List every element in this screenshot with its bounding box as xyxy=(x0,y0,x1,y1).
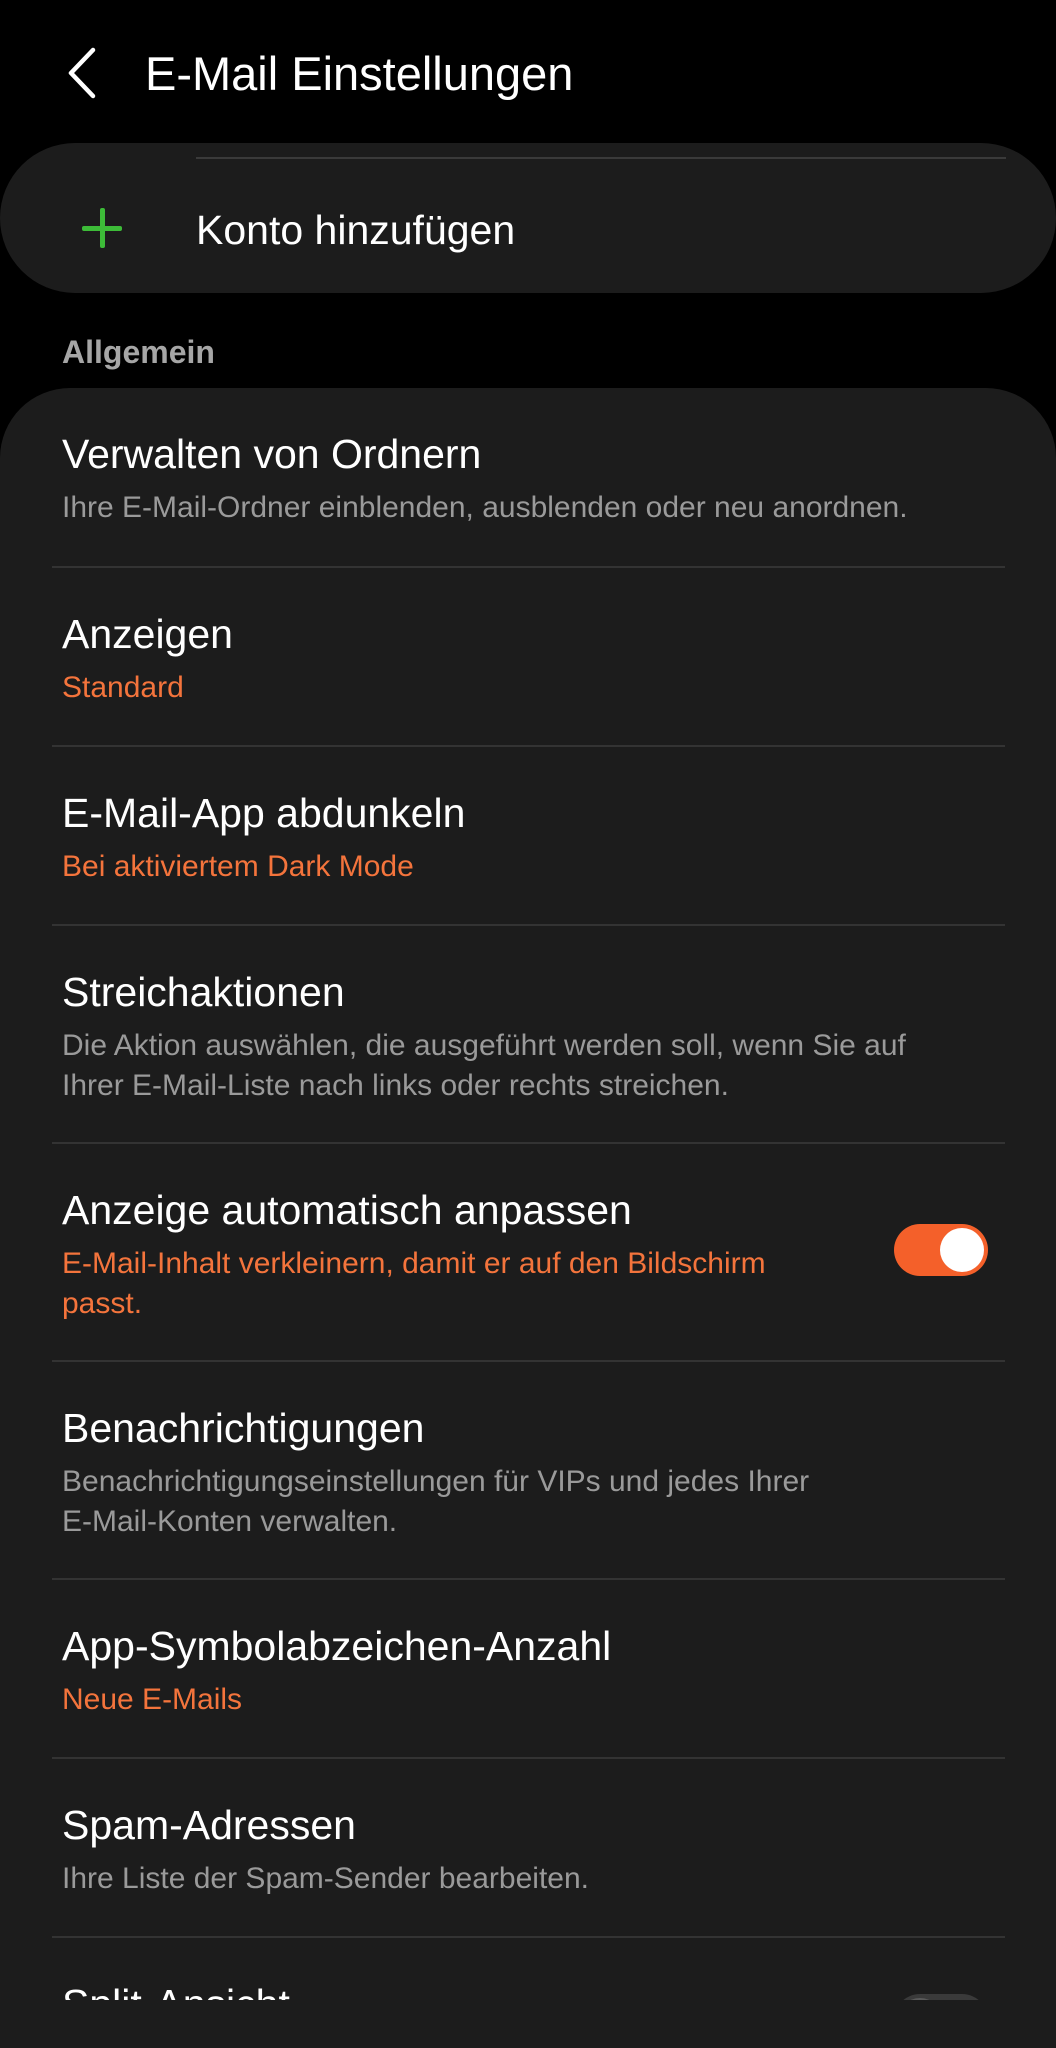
app-header: E-Mail Einstellungen xyxy=(0,0,1056,140)
setting-dark-mode[interactable]: E-Mail-App abdunkeln Bei aktiviertem Dar… xyxy=(0,747,1056,925)
setting-value-line-2: passt. xyxy=(62,1287,143,1320)
setting-swipe-actions[interactable]: Streichaktionen Die Aktion auswählen, di… xyxy=(0,926,1056,1142)
setting-title: Benachrichtigungen xyxy=(62,1405,425,1451)
setting-display[interactable]: Anzeigen Standard xyxy=(0,568,1056,746)
section-header-general: Allgemein xyxy=(62,334,215,370)
setting-value: Neue E-Mails xyxy=(62,1683,243,1716)
setting-title: App-Symbolabzeichen-Anzahl xyxy=(62,1623,612,1669)
setting-subtitle: Ihre E-Mail-Ordner einblenden, ausblende… xyxy=(62,491,908,524)
setting-split-view[interactable]: Split-Ansicht xyxy=(0,1938,1056,2000)
setting-title: Anzeige automatisch anpassen xyxy=(62,1187,632,1233)
split-view-toggle[interactable] xyxy=(894,1994,988,2000)
chevron-left-icon xyxy=(68,47,96,99)
setting-notifications[interactable]: Benachrichtigungen Benachrichtigungseins… xyxy=(0,1362,1056,1578)
auto-fit-toggle[interactable] xyxy=(894,1224,988,1276)
add-account-label[interactable]: Konto hinzufügen xyxy=(196,204,515,256)
plus-icon[interactable] xyxy=(80,206,124,250)
setting-subtitle-line-1: Die Aktion auswählen, die ausgeführt wer… xyxy=(62,1029,906,1062)
setting-title: Streichaktionen xyxy=(62,969,345,1015)
setting-spam-addresses[interactable]: Spam-Adressen Ihre Liste der Spam-Sender… xyxy=(0,1759,1056,1937)
divider xyxy=(196,157,1006,159)
setting-title: Spam-Adressen xyxy=(62,1802,356,1848)
setting-manage-folders[interactable]: Verwalten von Ordnern Ihre E-Mail-Ordner… xyxy=(0,388,1056,568)
setting-title: Verwalten von Ordnern xyxy=(62,431,482,477)
setting-subtitle-line-2: Ihrer E-Mail-Liste nach links oder recht… xyxy=(62,1069,729,1102)
setting-value: Bei aktiviertem Dark Mode xyxy=(62,850,414,883)
setting-subtitle: Ihre Liste der Spam-Sender bearbeiten. xyxy=(62,1862,589,1895)
page-title: E-Mail Einstellungen xyxy=(145,47,574,100)
setting-title: Anzeigen xyxy=(62,611,233,657)
setting-badge-count[interactable]: App-Symbolabzeichen-Anzahl Neue E-Mails xyxy=(0,1580,1056,1758)
setting-subtitle-line-1: Benachrichtigungseinstellungen für VIPs … xyxy=(62,1465,810,1498)
toggle-knob xyxy=(940,1228,984,1272)
setting-title: Split-Ansicht xyxy=(62,1978,290,2000)
setting-value-line-1: E-Mail-Inhalt verkleinern, damit er auf … xyxy=(62,1247,766,1280)
setting-value: Standard xyxy=(62,671,184,704)
setting-auto-fit[interactable]: Anzeige automatisch anpassen E-Mail-Inha… xyxy=(0,1144,1056,1360)
back-button[interactable] xyxy=(52,38,112,108)
setting-title: E-Mail-App abdunkeln xyxy=(62,790,466,836)
setting-subtitle-line-2: E-Mail-Konten verwalten. xyxy=(62,1505,398,1538)
add-account-card[interactable] xyxy=(0,143,1056,293)
